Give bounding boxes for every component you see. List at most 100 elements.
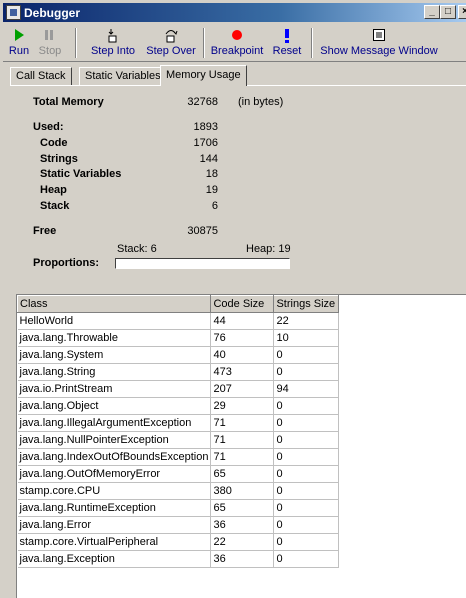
code-size-cell: 65 bbox=[210, 499, 275, 517]
code-size-cell: 76 bbox=[210, 329, 275, 347]
strings-value: 144 bbox=[199, 153, 218, 165]
table-row[interactable]: java.lang.OutOfMemoryError 65 0 bbox=[17, 465, 340, 483]
class-name-cell: java.lang.OutOfMemoryError bbox=[17, 465, 212, 483]
column-header-code-size[interactable]: Code Size bbox=[210, 295, 275, 313]
app-icon bbox=[6, 5, 21, 20]
show-message-window-button[interactable]: Show Message Window bbox=[319, 26, 439, 60]
step-into-label: Step Into bbox=[90, 45, 136, 57]
used-value: 1893 bbox=[193, 121, 218, 133]
table-row[interactable]: HelloWorld 44 22 bbox=[17, 312, 340, 330]
code-size-cell: 71 bbox=[210, 414, 275, 432]
class-name-cell: java.lang.NullPointerException bbox=[17, 431, 212, 449]
static-variables-label: Static Variables bbox=[40, 168, 122, 180]
table-header-row: Class Code Size Strings Size bbox=[16, 295, 340, 313]
used-label: Used: bbox=[33, 121, 64, 133]
code-size-cell: 65 bbox=[210, 465, 275, 483]
table-row[interactable]: java.lang.String 473 0 bbox=[17, 363, 340, 381]
table-row[interactable]: java.io.PrintStream 207 94 bbox=[17, 380, 340, 398]
strings-size-cell: 0 bbox=[273, 550, 340, 568]
heap-marker-label: Heap: 19 bbox=[246, 243, 291, 255]
title-bar[interactable]: Debugger _ □ × bbox=[3, 3, 466, 22]
strings-size-cell: 0 bbox=[273, 414, 340, 432]
class-name-cell: stamp.core.CPU bbox=[17, 482, 212, 500]
step-over-icon bbox=[165, 30, 178, 43]
table-row[interactable]: java.lang.System 40 0 bbox=[17, 346, 340, 364]
breakpoint-button[interactable]: Breakpoint bbox=[208, 26, 266, 60]
minimize-button[interactable]: _ bbox=[424, 5, 440, 19]
code-size-cell: 29 bbox=[210, 397, 275, 415]
tab-call-stack[interactable]: Call Stack bbox=[10, 67, 72, 85]
strings-size-cell: 0 bbox=[273, 482, 340, 500]
step-into-button[interactable]: Step Into bbox=[85, 26, 141, 60]
table-body: HelloWorld 44 22 java.lang.Throwable 76 10 jav… bbox=[17, 312, 340, 568]
show-message-window-label: Show Message Window bbox=[320, 45, 438, 57]
units-label: (in bytes) bbox=[238, 96, 284, 108]
class-name-cell: java.lang.Error bbox=[17, 516, 212, 534]
class-name-cell: java.lang.String bbox=[17, 363, 212, 381]
table-row[interactable]: java.lang.IllegalArgumentException 71 0 bbox=[17, 414, 340, 432]
total-memory-value: 32768 bbox=[187, 96, 218, 108]
class-name-cell: java.lang.System bbox=[17, 346, 212, 364]
class-table-container[interactable]: Class Code Size Strings Size HelloWorld 4… bbox=[16, 294, 466, 598]
code-value: 1706 bbox=[193, 137, 218, 149]
stack-label: Stack bbox=[40, 200, 70, 212]
strings-size-cell: 0 bbox=[273, 448, 340, 466]
class-name-cell: java.lang.Exception bbox=[17, 550, 212, 568]
code-size-cell: 71 bbox=[210, 448, 275, 466]
class-name-cell: HelloWorld bbox=[17, 312, 212, 330]
run-label: Run bbox=[8, 45, 30, 57]
code-size-cell: 207 bbox=[210, 380, 275, 398]
code-size-cell: 44 bbox=[210, 312, 275, 330]
step-over-button[interactable]: Step Over bbox=[143, 26, 199, 60]
free-value: 30875 bbox=[187, 225, 218, 237]
total-memory-label: Total Memory bbox=[33, 96, 104, 108]
table-row[interactable]: java.lang.Object 29 0 bbox=[17, 397, 340, 415]
table-row[interactable]: stamp.core.VirtualPeripheral 22 0 bbox=[17, 533, 340, 551]
table-row[interactable]: stamp.core.CPU 380 0 bbox=[17, 482, 340, 500]
maximize-button[interactable]: □ bbox=[440, 5, 456, 19]
toolbar-separator bbox=[203, 28, 205, 58]
class-name-cell: stamp.core.VirtualPeripheral bbox=[17, 533, 212, 551]
strings-size-cell: 0 bbox=[273, 397, 340, 415]
code-size-cell: 36 bbox=[210, 516, 275, 534]
code-label: Code bbox=[40, 137, 68, 149]
toolbar-separator bbox=[311, 28, 313, 58]
class-name-cell: java.io.PrintStream bbox=[17, 380, 212, 398]
strings-label: Strings bbox=[40, 153, 78, 165]
stack-marker-label: Stack: 6 bbox=[117, 243, 157, 255]
class-name-cell: java.lang.Throwable bbox=[17, 329, 212, 347]
table-row[interactable]: java.lang.Exception 36 0 bbox=[17, 550, 340, 568]
step-into-icon bbox=[108, 29, 117, 43]
toolbar: Run Stop Step Into Step Over Breakpoint … bbox=[3, 24, 466, 62]
breakpoint-icon bbox=[232, 30, 242, 40]
reset-label: Reset bbox=[272, 45, 302, 57]
code-size-cell: 36 bbox=[210, 550, 275, 568]
proportions-bar bbox=[115, 258, 290, 269]
window-title: Debugger bbox=[24, 6, 81, 20]
column-header-class[interactable]: Class bbox=[16, 295, 212, 313]
reset-button[interactable]: Reset bbox=[269, 26, 305, 60]
static-variables-value: 18 bbox=[205, 168, 218, 180]
code-size-cell: 473 bbox=[210, 363, 275, 381]
table-row[interactable]: java.lang.RuntimeException 65 0 bbox=[17, 499, 340, 517]
class-name-cell: java.lang.Object bbox=[17, 397, 212, 415]
table-row[interactable]: java.lang.IndexOutOfBoundsException 71 0 bbox=[17, 448, 340, 466]
table-row[interactable]: java.lang.Error 36 0 bbox=[17, 516, 340, 534]
stop-button[interactable]: Stop bbox=[33, 26, 67, 60]
column-header-strings-size[interactable]: Strings Size bbox=[273, 295, 340, 313]
table-row[interactable]: java.lang.NullPointerException 71 0 bbox=[17, 431, 340, 449]
strings-size-cell: 0 bbox=[273, 346, 340, 364]
strings-size-cell: 22 bbox=[273, 312, 340, 330]
strings-size-cell: 94 bbox=[273, 380, 340, 398]
close-button[interactable]: × bbox=[458, 5, 466, 19]
class-table: Class Code Size Strings Size HelloWorld 4… bbox=[16, 295, 340, 568]
heap-value: 19 bbox=[205, 184, 218, 196]
strings-size-cell: 0 bbox=[273, 516, 340, 534]
run-button[interactable]: Run bbox=[5, 26, 33, 60]
tab-memory-usage[interactable]: Memory Usage bbox=[160, 65, 247, 86]
tab-static-variables[interactable]: Static Variables bbox=[79, 67, 167, 85]
message-window-icon bbox=[373, 29, 385, 41]
table-row[interactable]: java.lang.Throwable 76 10 bbox=[17, 329, 340, 347]
debugger-window: Debugger _ □ × Run Stop Step Into Step O… bbox=[0, 0, 466, 598]
stop-label: Stop bbox=[38, 45, 62, 57]
